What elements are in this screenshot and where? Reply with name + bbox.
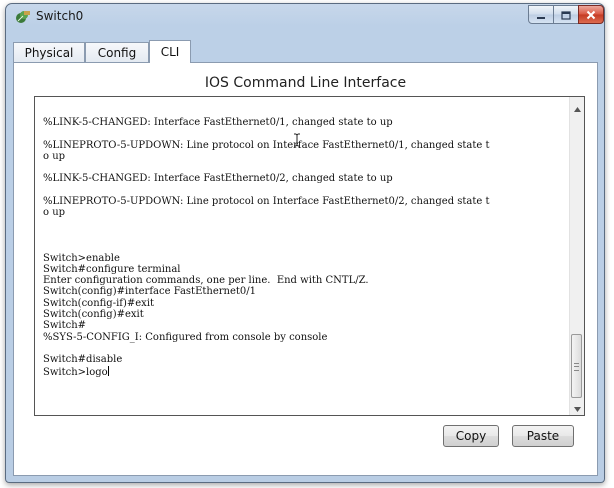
tab-config[interactable]: Config (85, 42, 149, 63)
paste-button[interactable]: Paste (512, 425, 574, 447)
close-icon (586, 5, 596, 24)
window-title: Switch0 (36, 9, 84, 23)
terminal-line: o up (43, 207, 66, 219)
maximize-icon (561, 5, 571, 24)
grip-icon (574, 363, 579, 371)
scroll-up-arrow-icon (573, 97, 581, 116)
tab-physical[interactable]: Physical (13, 42, 85, 63)
switch-device-icon (15, 9, 31, 25)
terminal-line: Enter configuration commands, one per li… (43, 275, 369, 287)
close-button[interactable] (578, 5, 604, 24)
terminal-line: %LINEPROTO-5-UPDOWN: Line protocol on In… (43, 196, 490, 208)
terminal-line: Switch>enable (43, 252, 120, 264)
tab-cli[interactable]: CLI (149, 40, 191, 63)
terminal-line: %LINK-5-CHANGED: Interface FastEthernet0… (43, 173, 393, 185)
terminal-line: Switch# (43, 320, 87, 332)
mouse-ibeam-cursor-icon (293, 132, 301, 147)
cli-terminal[interactable]: %LINK-5-CHANGED: Interface FastEthernet0… (34, 96, 585, 416)
scroll-up-button[interactable] (570, 99, 584, 113)
terminal-line: Switch#configure terminal (43, 263, 181, 275)
title-bar[interactable]: Switch0 (6, 4, 604, 32)
terminal-line: o up (43, 150, 66, 162)
scroll-down-button[interactable] (570, 399, 584, 413)
terminal-line: Switch(config)#interface FastEthernet0/1 (43, 286, 256, 298)
minimize-button[interactable] (528, 5, 554, 24)
terminal-line: %LINK-5-CHANGED: Interface FastEthernet0… (43, 117, 393, 128)
terminal-line: Switch#disable (43, 354, 123, 366)
vertical-scrollbar[interactable] (569, 97, 584, 415)
command-input[interactable]: Switch>logo (43, 367, 108, 378)
terminal-line: Switch(config-if)#exit (43, 297, 155, 309)
copy-button[interactable]: Copy (443, 425, 499, 447)
scroll-down-arrow-icon (573, 397, 581, 416)
terminal-output: %LINK-5-CHANGED: Interface FastEthernet0… (43, 117, 563, 378)
terminal-line: %LINEPROTO-5-UPDOWN: Line protocol on In… (43, 139, 490, 151)
maximize-button[interactable] (553, 5, 579, 24)
cli-window: Switch0 Physical Config CLI IOS Command … (5, 3, 605, 483)
scrollbar-thumb[interactable] (571, 334, 582, 398)
cli-heading: IOS Command Line Interface (204, 75, 407, 91)
terminal-line: %SYS-5-CONFIG_I: Configured from console… (43, 331, 328, 343)
minimize-icon (536, 5, 546, 24)
text-cursor (107, 365, 109, 376)
terminal-line: Switch(config)#exit (43, 309, 144, 321)
